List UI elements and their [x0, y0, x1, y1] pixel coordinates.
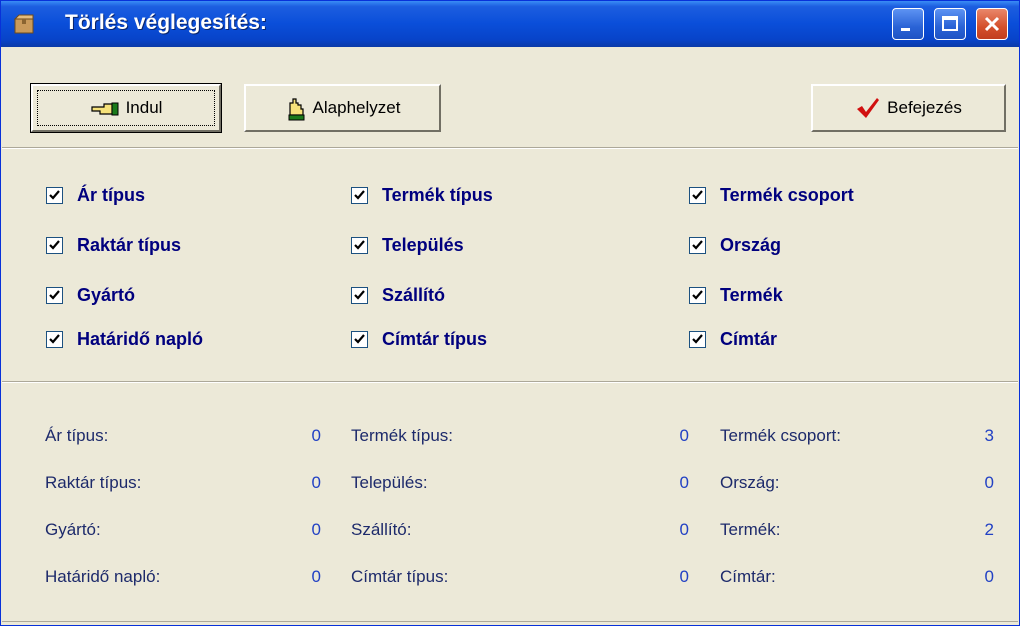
option-label: Termék típus	[382, 185, 493, 205]
checkbox-box[interactable]	[689, 331, 706, 348]
option-checkbox[interactable]: Termék	[689, 285, 783, 306]
option-label: Raktár típus	[77, 235, 182, 255]
count-value: 0	[984, 473, 994, 492]
check-icon	[354, 240, 365, 250]
check-icon	[354, 190, 365, 200]
count-value: 2	[984, 520, 994, 539]
check-icon	[692, 240, 703, 250]
pointing-hand-icon	[90, 102, 119, 116]
count-label: Termék csoport:	[720, 426, 841, 445]
check-icon	[692, 334, 703, 344]
option-label: Település	[382, 235, 464, 255]
option-label: Termék	[720, 285, 783, 305]
option-checkbox[interactable]: Címtár	[689, 329, 777, 350]
option-label: Címtár típus	[382, 329, 488, 349]
count-value: 0	[679, 567, 689, 586]
option-checkbox[interactable]: Termék típus	[351, 185, 493, 206]
count-value: 0	[679, 473, 689, 492]
count-value: 0	[311, 567, 321, 586]
option-checkbox[interactable]: Címtár típus	[351, 329, 487, 350]
panel-divider	[2, 381, 1018, 383]
count-label: Település:	[351, 473, 428, 492]
toolbar-divider	[2, 147, 1018, 149]
maximize-button[interactable]	[934, 8, 966, 40]
window-title: Törlés véglegesítés:	[65, 11, 267, 34]
checkbox-box[interactable]	[46, 331, 63, 348]
checkbox-box[interactable]	[351, 331, 368, 348]
option-label: Ár típus	[77, 185, 146, 205]
option-checkbox[interactable]: Gyártó	[46, 285, 135, 306]
check-icon	[354, 290, 365, 300]
option-checkbox[interactable]: Szállító	[351, 285, 445, 306]
option-label: Ország	[720, 235, 782, 255]
count-label: Ár típus:	[45, 426, 109, 445]
count-label: Címtár:	[720, 567, 776, 586]
option-label: Határidő napló	[77, 329, 204, 349]
checkbox-box[interactable]	[689, 287, 706, 304]
delete-finalize-window: Törlés véglegesítés: Indul Alaphelyzet B…	[0, 0, 1020, 626]
maximize-icon	[942, 16, 958, 31]
option-label: Címtár	[720, 329, 778, 349]
option-checkbox[interactable]: Termék csoport	[689, 185, 854, 206]
close-icon	[984, 16, 1000, 32]
finish-button-label: Befejezés	[887, 98, 962, 117]
start-button[interactable]: Indul	[30, 83, 222, 133]
count-value: 0	[311, 520, 321, 539]
minimize-icon	[901, 28, 910, 31]
close-button[interactable]	[976, 8, 1008, 40]
option-checkbox[interactable]: Település	[351, 235, 464, 256]
checkmark-icon	[857, 98, 880, 118]
count-value: 0	[679, 426, 689, 445]
count-label: Termék típus:	[351, 426, 454, 445]
count-value: 0	[311, 473, 321, 492]
check-icon	[354, 334, 365, 344]
check-icon	[49, 190, 60, 200]
start-button-label: Indul	[125, 98, 163, 117]
count-label: Címtár típus:	[351, 567, 449, 586]
count-value: 0	[679, 520, 689, 539]
checkbox-box[interactable]	[46, 287, 63, 304]
check-icon	[692, 190, 703, 200]
count-label: Termék:	[720, 520, 781, 539]
raised-hand-icon	[288, 98, 305, 121]
bottom-divider	[2, 621, 1018, 622]
count-value: 3	[984, 426, 994, 445]
finish-button[interactable]: Befejezés	[811, 84, 1006, 132]
check-icon	[49, 240, 60, 250]
option-label: Szállító	[382, 285, 446, 305]
count-label: Raktár típus:	[45, 473, 142, 492]
option-label: Termék csoport	[720, 185, 854, 205]
title-bar[interactable]: Törlés véglegesítés:	[1, 1, 1019, 47]
checkbox-box[interactable]	[351, 237, 368, 254]
minimize-button[interactable]	[892, 8, 924, 40]
checkbox-box[interactable]	[46, 237, 63, 254]
option-checkbox[interactable]: Raktár típus	[46, 235, 181, 256]
option-checkbox[interactable]: Ország	[689, 235, 781, 256]
count-label: Határidő napló:	[45, 567, 161, 586]
check-icon	[49, 334, 60, 344]
option-checkbox[interactable]: Ár típus	[46, 185, 145, 206]
reset-button[interactable]: Alaphelyzet	[244, 84, 441, 132]
checkbox-box[interactable]	[689, 187, 706, 204]
checkbox-box[interactable]	[351, 287, 368, 304]
count-label: Ország:	[720, 473, 780, 492]
count-label: Gyártó:	[45, 520, 101, 539]
reset-button-label: Alaphelyzet	[312, 98, 401, 117]
checkbox-box[interactable]	[689, 237, 706, 254]
checkbox-box[interactable]	[46, 187, 63, 204]
count-label: Szállító:	[351, 520, 412, 539]
count-value: 0	[984, 567, 994, 586]
count-value: 0	[311, 426, 321, 445]
option-checkbox[interactable]: Határidő napló	[46, 329, 203, 350]
option-label: Gyártó	[77, 285, 136, 305]
checkbox-box[interactable]	[351, 187, 368, 204]
check-icon	[49, 290, 60, 300]
check-icon	[692, 290, 703, 300]
box-app-icon	[13, 14, 34, 34]
